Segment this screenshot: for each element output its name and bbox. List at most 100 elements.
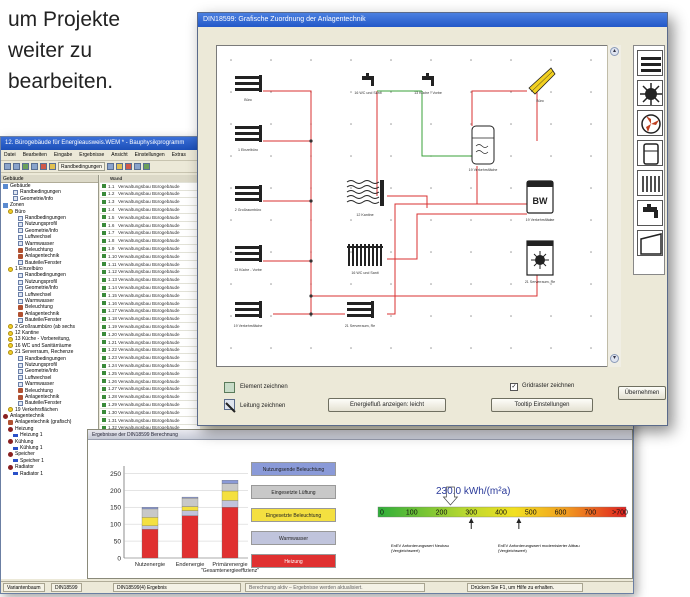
- menu-item[interactable]: Ansicht: [111, 152, 127, 158]
- heating-pipe-icon[interactable]: [235, 125, 262, 142]
- menu-item[interactable]: Datei: [4, 152, 16, 158]
- table-row[interactable]: 1.30 Verwaltungsbau Bürogebäude: [100, 409, 200, 417]
- plant-icon[interactable]: [142, 163, 150, 170]
- table-row[interactable]: 1.18 Verwaltungsbau Bürogebäude: [100, 315, 200, 324]
- drawing-canvas[interactable]: Büro 1 Einzelbüro 2 Großraumbüro 13 Küche -…: [216, 45, 621, 367]
- energy-flow-button[interactable]: Energiefluß anzeigen: leicht: [328, 398, 446, 412]
- table-row[interactable]: 1.19 Verwaltungsbau Bürogebäude: [100, 323, 200, 331]
- table-row[interactable]: 1.9 Verwaltungsbau Bürogebäude: [100, 245, 200, 253]
- scale-tick-label: 0: [380, 510, 384, 517]
- grid-dot: [510, 187, 512, 189]
- palette-cooling-icon[interactable]: [637, 80, 663, 106]
- tree-item[interactable]: Radiator 1: [1, 471, 98, 477]
- leitung-swatch-icon[interactable]: [224, 399, 236, 413]
- pipe-line[interactable]: [311, 251, 538, 297]
- table-row[interactable]: 1.6 Verwaltungsbau Bürogebäude: [100, 222, 200, 230]
- table-row[interactable]: 1.24 Verwaltungsbau Bürogebäude: [100, 362, 200, 370]
- table-row[interactable]: 1.1 Verwaltungsbau Bürogebäude: [100, 183, 200, 191]
- table-row[interactable]: 1.22 Verwaltungsbau Bürogebäude: [100, 347, 200, 355]
- storage-tank-icon[interactable]: [471, 125, 495, 165]
- table-row[interactable]: 1.16 Verwaltungsbau Bürogebäude: [100, 300, 200, 308]
- solar-collector-icon[interactable]: [528, 67, 556, 95]
- pipe-line[interactable]: [471, 90, 527, 126]
- row-number: 1.27: [108, 386, 117, 392]
- table-row[interactable]: 1.17 Verwaltungsbau Bürogebäude: [100, 308, 200, 316]
- grid-dot: [270, 219, 272, 221]
- calc-icon[interactable]: [40, 163, 47, 170]
- pipe-line[interactable]: [387, 195, 428, 208]
- table-row[interactable]: 1.15 Verwaltungsbau Bürogebäude: [100, 292, 200, 300]
- heating-icon[interactable]: [124, 163, 132, 170]
- scroll-up-icon[interactable]: ▴: [610, 47, 619, 56]
- palette-boiler-icon[interactable]: [637, 140, 663, 166]
- randbedingungen-button[interactable]: Randbedingungen: [58, 162, 105, 171]
- heating-pipe-icon[interactable]: [235, 301, 262, 318]
- tab-variantenbaum[interactable]: Variantenbaum: [3, 583, 45, 592]
- table-row[interactable]: 1.8 Verwaltungsbau Bürogebäude: [100, 237, 200, 246]
- print-icon[interactable]: [31, 163, 38, 170]
- pipe-line[interactable]: [263, 90, 312, 315]
- table-row[interactable]: 1.5 Verwaltungsbau Bürogebäude: [100, 214, 200, 222]
- table-row[interactable]: 1.21 Verwaltungsbau Bürogebäude: [100, 339, 200, 347]
- grid-checkbox[interactable]: ✓: [510, 383, 518, 391]
- palette-pipe-icon[interactable]: [637, 50, 663, 76]
- menu-item[interactable]: Eingabe: [54, 152, 72, 158]
- save-icon[interactable]: [22, 163, 29, 170]
- table-row[interactable]: 1.26 Verwaltungsbau Bürogebäude: [100, 378, 200, 386]
- table-row[interactable]: 1.28 Verwaltungsbau Bürogebäude: [100, 393, 200, 402]
- table-row[interactable]: 1.14 Verwaltungsbau Bürogebäude: [100, 284, 200, 292]
- table-icon[interactable]: [106, 163, 114, 170]
- menu-item[interactable]: Bearbeiten: [23, 152, 47, 158]
- new-file-icon[interactable]: [4, 163, 11, 170]
- table-row[interactable]: 1.31 Verwaltungsbau Bürogebäude: [100, 417, 200, 425]
- palette-fan-icon[interactable]: [637, 110, 663, 136]
- water-tap-icon[interactable]: [422, 73, 434, 86]
- table-row[interactable]: 1.25 Verwaltungsbau Bürogebäude: [100, 370, 200, 378]
- table-row[interactable]: 1.29 Verwaltungsbau Bürogebäude: [100, 401, 200, 409]
- table-row[interactable]: 1.11 Verwaltungsbau Bürogebäude: [100, 261, 200, 269]
- element-swatch-icon[interactable]: [224, 382, 235, 393]
- grid-dot: [510, 155, 512, 157]
- system-diagram[interactable]: Büro 1 Einzelbüro 2 Großraumbüro 13 Küche -…: [217, 46, 622, 368]
- apply-button[interactable]: Übernehmen: [618, 386, 666, 400]
- menu-item[interactable]: Extras: [172, 152, 186, 158]
- result-select[interactable]: DIN18599(4) Ergebnis: [113, 583, 241, 592]
- radiator-icon[interactable]: [347, 244, 383, 266]
- bar-segment: [221, 490, 239, 501]
- table-row[interactable]: 1.23 Verwaltungsbau Bürogebäude: [100, 354, 200, 363]
- open-file-icon[interactable]: [13, 163, 20, 170]
- table-row[interactable]: 1.10 Verwaltungsbau Bürogebäude: [100, 253, 200, 261]
- chart-icon[interactable]: [49, 163, 56, 170]
- menu-item[interactable]: Ergebnisse: [79, 152, 104, 158]
- window-icon[interactable]: [133, 163, 141, 170]
- menu-item[interactable]: Einstellungen: [135, 152, 165, 158]
- heating-pipe-icon[interactable]: [347, 301, 374, 318]
- pipe-line[interactable]: [387, 213, 527, 260]
- table-row[interactable]: 1.4 Verwaltungsbau Bürogebäude: [100, 206, 200, 214]
- table-row[interactable]: 1.27 Verwaltungsbau Bürogebäude: [100, 386, 200, 394]
- table-row[interactable]: 1.3 Verwaltungsbau Bürogebäude: [100, 198, 200, 207]
- palette-radiator-icon[interactable]: [637, 170, 663, 196]
- cooling-unit-icon[interactable]: [526, 240, 554, 276]
- lightbulb-icon[interactable]: [115, 163, 123, 170]
- palette-tap-icon[interactable]: [637, 200, 663, 226]
- tooltip-settings-button[interactable]: Tooltip Einstellungen: [491, 398, 593, 412]
- symbol-label: 16 WC und Sanit: [351, 271, 378, 275]
- scroll-down-icon[interactable]: ▾: [610, 354, 619, 363]
- table-row[interactable]: 1.2 Verwaltungsbau Bürogebäude: [100, 191, 200, 199]
- water-pipe-line[interactable]: [421, 91, 472, 157]
- grid-dot: [390, 315, 392, 317]
- table-row[interactable]: 1.20 Verwaltungsbau Bürogebäude: [100, 331, 200, 339]
- tab-din18599[interactable]: DIN18599: [51, 583, 82, 592]
- canvas-scrollbar[interactable]: ▴ ▾: [607, 45, 621, 367]
- grid-dot: [230, 251, 232, 253]
- palette-building-icon[interactable]: [637, 230, 663, 256]
- heating-pipe-icon[interactable]: [235, 245, 262, 262]
- table-row[interactable]: 1.12 Verwaltungsbau Bürogebäude: [100, 269, 200, 277]
- heating-pipe-icon[interactable]: [235, 75, 262, 92]
- table-row[interactable]: 1.7 Verwaltungsbau Bürogebäude: [100, 230, 200, 238]
- heating-pipe-icon[interactable]: [235, 185, 262, 202]
- fan-coil-icon[interactable]: [346, 180, 384, 206]
- water-tap-icon[interactable]: [362, 73, 374, 86]
- table-row[interactable]: 1.13 Verwaltungsbau Bürogebäude: [100, 276, 200, 285]
